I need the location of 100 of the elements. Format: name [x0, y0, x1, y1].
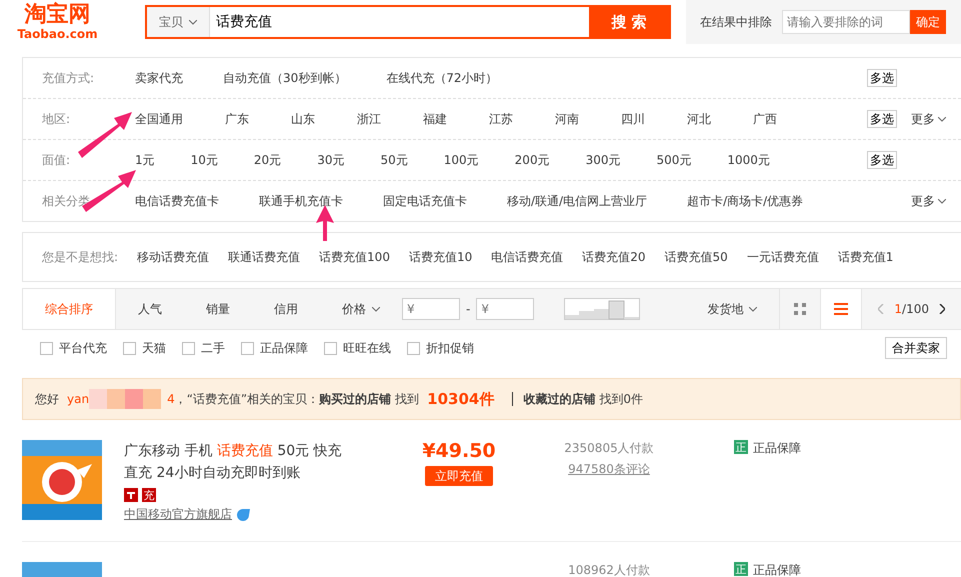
next-page-icon[interactable] [939, 304, 945, 314]
filter-option[interactable]: 江苏 [489, 110, 513, 128]
filter-option[interactable]: 电信话费充值卡 [135, 192, 219, 210]
recharge-tag: 充 [142, 488, 156, 502]
sort-tab[interactable]: 人气 [116, 289, 184, 329]
username-text: yan [67, 392, 90, 406]
filter-option[interactable]: 20元 [254, 152, 282, 168]
filter-option[interactable]: 福建 [423, 110, 447, 128]
filter-label: 地区: [41, 110, 72, 128]
tmall-icon [124, 488, 138, 502]
filter-option[interactable]: 50元 [380, 152, 408, 168]
guarantee-text: 正品保障 [753, 562, 801, 577]
exclude-field[interactable]: 请输入要排除的词 [782, 10, 910, 34]
filter-option[interactable]: 移动/联通/电信网上营业厅 [507, 192, 648, 210]
filter-option[interactable]: 固定电话充值卡 [383, 192, 467, 210]
filter-option[interactable]: 1元 [135, 152, 155, 168]
more-link[interactable]: 更多 [911, 192, 961, 210]
price-histogram-icon[interactable] [564, 298, 640, 320]
filter-option[interactable]: 1000元 [727, 152, 770, 168]
guarantee-text: 正品保障 [753, 440, 801, 457]
multi-select-button[interactable]: 多选 [867, 151, 897, 169]
greeting-text: 您好 [35, 390, 59, 408]
scope-dropdown[interactable]: 宝贝 [147, 7, 210, 37]
shop-link[interactable]: 中国移动官方旗舰店 [124, 506, 354, 523]
caret-icon [372, 306, 380, 312]
reviews-link[interactable]: 947580条评论 [568, 461, 650, 478]
list-icon [834, 303, 848, 315]
filter-option[interactable]: 浙江 [357, 110, 381, 128]
filter-checkbox[interactable]: 二手 [182, 340, 225, 356]
exclude-label: 在结果中排除 [700, 14, 772, 30]
suggestion-label: 您是不是想找: [42, 248, 118, 266]
filter-option[interactable]: 100元 [444, 152, 479, 168]
bought-shops-label: 购买过的店铺 [319, 390, 392, 408]
price-sort-tab[interactable]: 价格 [320, 289, 402, 329]
caret-icon [938, 198, 946, 204]
suggestion-link[interactable]: 一元话费充值 [746, 248, 819, 266]
filter-checkbox[interactable]: 折扣促销 [407, 340, 474, 356]
suggestion-link[interactable]: 移动话费充值 [137, 248, 210, 266]
result-count: 10304件 [427, 390, 494, 408]
filter-checkbox[interactable]: 天猫 [123, 340, 166, 356]
filter-option[interactable]: 在线代充（72小时） [386, 70, 498, 86]
filter-checkbox[interactable]: 旺旺在线 [324, 340, 391, 356]
greeting-text: ，“话费充值”相关的宝贝： [174, 390, 320, 408]
filter-option[interactable]: 500元 [656, 152, 692, 168]
paid-count: 108962人付款 [568, 562, 650, 577]
filter-option[interactable]: 10元 [190, 152, 218, 168]
list-view-button[interactable] [820, 289, 862, 329]
username-text: 4 [167, 392, 175, 406]
max-price-field[interactable]: ¥ [476, 298, 534, 320]
filter-option[interactable]: 卖家代充 [135, 70, 183, 86]
filter-option[interactable]: 自动充值（30秒到帐） [223, 70, 346, 86]
filter-label: 面值: [41, 152, 72, 168]
previous-page-icon[interactable] [878, 304, 884, 314]
suggestion-link[interactable]: 话费充值50 [664, 248, 728, 266]
favorite-shops-label: 收藏过的店铺 [523, 390, 596, 408]
found-text: 找到 [395, 390, 420, 408]
suggestion-link[interactable]: 话费充值100 [319, 248, 390, 266]
sort-tab[interactable]: 销量 [184, 289, 252, 329]
min-price-field[interactable]: ¥ [402, 298, 460, 320]
filter-option[interactable]: 全国通用 [135, 110, 183, 128]
filter-option[interactable]: 河北 [687, 110, 711, 128]
found-text: 找到0件 [599, 390, 643, 408]
suggestion-link[interactable]: 话费充值1 [838, 248, 894, 266]
range-dash: - [466, 302, 470, 316]
price: ¥49.50 [422, 440, 496, 462]
filter-option[interactable]: 广西 [753, 110, 777, 128]
filter-option[interactable]: 河南 [555, 110, 579, 128]
filter-checkbox[interactable]: 平台代充 [40, 340, 107, 356]
more-link[interactable]: 更多 [911, 110, 961, 128]
product-title[interactable]: 广东移动 手机 话费充值 50元 快充直充 24小时自动充即时到账 [124, 440, 354, 484]
caret-icon [749, 306, 758, 312]
filter-label: 充值方式: [41, 70, 96, 86]
paid-count: 2350805人付款 [564, 440, 654, 457]
page-indicator: 1/100 [894, 302, 929, 316]
annotation-arrow [314, 205, 336, 241]
caret-icon [189, 20, 197, 24]
filter-option[interactable]: 30元 [317, 152, 344, 168]
filter-option[interactable]: 200元 [514, 152, 550, 168]
suggestion-link[interactable]: 电信话费充值 [491, 248, 564, 266]
multi-select-button[interactable]: 多选 [867, 69, 897, 87]
filter-option[interactable]: 广东 [225, 110, 249, 128]
suggestion-link[interactable]: 联通话费充值 [228, 248, 300, 266]
guarantee-icon: 正 [734, 440, 748, 454]
filter-option[interactable]: 超市卡/商场卡/优惠券 [687, 192, 804, 210]
suggestion-link[interactable]: 话费充值20 [582, 248, 646, 266]
merge-sellers-button[interactable]: 合并卖家 [885, 337, 947, 359]
grid-icon [794, 303, 806, 315]
filter-option[interactable]: 300元 [586, 152, 620, 168]
search-field[interactable]: 宝贝 话费充值 搜 索 [145, 5, 671, 39]
sort-tab[interactable]: 信用 [252, 289, 320, 329]
chat-icon[interactable] [236, 508, 250, 522]
guarantee-icon: 正 [734, 562, 748, 576]
suggestion-link[interactable]: 话费充值10 [408, 248, 472, 266]
multi-select-button[interactable]: 多选 [867, 110, 897, 128]
caret-icon [938, 116, 946, 122]
filter-option[interactable]: 山东 [291, 110, 315, 128]
filter-checkbox[interactable]: 正品保障 [241, 340, 308, 356]
ship-from-dropdown[interactable]: 发货地 [685, 289, 780, 329]
filter-option[interactable]: 四川 [621, 110, 645, 128]
filter-option[interactable]: 联通手机充值卡 [259, 192, 343, 210]
